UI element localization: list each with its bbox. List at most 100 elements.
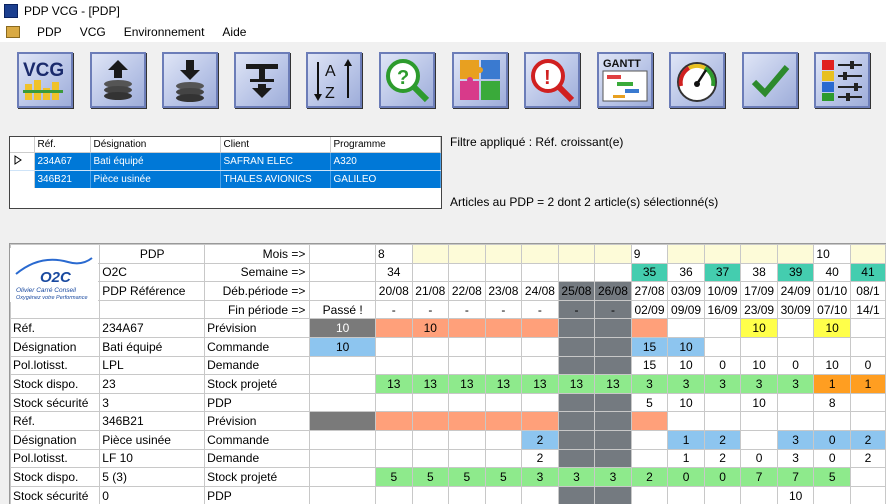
period-value[interactable]: 3 — [776, 374, 815, 394]
passe-value[interactable] — [309, 355, 377, 376]
period-value[interactable] — [594, 411, 632, 431]
period-cell[interactable]: 39 — [776, 262, 815, 283]
period-value[interactable]: 0 — [813, 429, 851, 450]
period-value[interactable] — [813, 485, 851, 504]
period-cell[interactable]: 14/1 — [849, 299, 886, 320]
passe-value[interactable]: 10 — [309, 318, 377, 338]
period-value[interactable]: 13 — [594, 374, 632, 394]
period-cell[interactable] — [484, 244, 523, 264]
period-value[interactable] — [375, 448, 413, 469]
row-label[interactable]: Stock projeté — [204, 467, 311, 487]
head-label[interactable]: PDP — [99, 244, 206, 264]
period-value[interactable]: 2 — [849, 429, 886, 450]
period-cell[interactable]: 24/09 — [776, 281, 815, 301]
row-key[interactable]: Stock dispo. — [10, 374, 101, 394]
period-value[interactable] — [521, 485, 559, 504]
row-value[interactable]: Bati équipé — [99, 336, 206, 357]
head-label[interactable]: O2C — [99, 262, 206, 283]
period-value[interactable]: 2 — [703, 448, 742, 469]
period-value[interactable] — [375, 411, 413, 431]
row-key[interactable]: Réf. — [10, 318, 101, 338]
passe-value[interactable] — [309, 374, 377, 394]
period-value[interactable]: 10 — [740, 318, 778, 338]
period-value[interactable] — [594, 448, 632, 469]
row-value[interactable]: LPL — [99, 355, 206, 376]
head-label[interactable] — [99, 299, 206, 320]
period-value[interactable] — [740, 411, 778, 431]
period-value[interactable] — [521, 392, 559, 413]
period-value[interactable]: 3 — [521, 467, 559, 487]
period-cell[interactable]: 9 — [630, 244, 669, 264]
period-cell[interactable] — [849, 244, 886, 264]
period-value[interactable]: 0 — [776, 355, 815, 376]
period-value[interactable]: 5 — [448, 467, 486, 487]
period-value[interactable]: 8 — [813, 392, 851, 413]
period-value[interactable] — [521, 355, 559, 376]
period-value[interactable] — [630, 411, 669, 431]
period-value[interactable] — [776, 336, 815, 357]
period-cell[interactable]: 10 — [813, 244, 851, 264]
period-cell[interactable]: 41 — [849, 262, 886, 283]
row-value[interactable]: 23 — [99, 374, 206, 394]
period-value[interactable] — [630, 485, 669, 504]
article-designation[interactable]: Pièce usinée — [90, 170, 221, 189]
period-value[interactable]: 0 — [667, 467, 705, 487]
period-value[interactable] — [411, 392, 450, 413]
period-value[interactable] — [448, 355, 486, 376]
menu-aide[interactable]: Aide — [213, 22, 255, 42]
period-cell[interactable]: - — [411, 299, 450, 320]
period-value[interactable]: 3 — [667, 374, 705, 394]
period-value[interactable] — [448, 448, 486, 469]
period-cell[interactable]: 22/08 — [448, 281, 486, 301]
period-value[interactable] — [703, 411, 742, 431]
row-label[interactable]: Stock projeté — [204, 374, 311, 394]
row-value[interactable]: 5 (3) — [99, 467, 206, 487]
period-value[interactable] — [484, 355, 523, 376]
alert-search-button[interactable]: ! — [524, 52, 580, 108]
period-value[interactable] — [594, 318, 632, 338]
period-cell[interactable] — [594, 244, 632, 264]
col-ref-header[interactable]: Réf. — [34, 137, 91, 153]
period-cell[interactable]: 21/08 — [411, 281, 450, 301]
period-value[interactable] — [375, 429, 413, 450]
gantt-button[interactable]: GANTT — [597, 52, 653, 108]
period-value[interactable] — [448, 336, 486, 357]
period-value[interactable]: 5 — [411, 467, 450, 487]
period-value[interactable]: 10 — [411, 318, 450, 338]
passe-cell[interactable] — [309, 244, 377, 264]
period-value[interactable] — [557, 411, 596, 431]
row-key[interactable]: Stock dispo. — [10, 467, 101, 487]
period-value[interactable]: 10 — [667, 392, 705, 413]
row-key[interactable]: Stock sécurité — [10, 485, 101, 504]
period-value[interactable] — [667, 485, 705, 504]
period-value[interactable]: 0 — [813, 448, 851, 469]
period-value[interactable] — [448, 429, 486, 450]
passe-value[interactable] — [309, 429, 377, 450]
passe-value[interactable] — [309, 411, 377, 431]
period-cell[interactable] — [411, 262, 450, 283]
period-value[interactable]: 2 — [521, 448, 559, 469]
period-cell[interactable]: 38 — [740, 262, 778, 283]
validate-button[interactable] — [742, 52, 798, 108]
help-search-button[interactable]: ? — [379, 52, 435, 108]
period-value[interactable] — [557, 336, 596, 357]
period-value[interactable] — [594, 485, 632, 504]
period-cell[interactable]: 25/08 — [557, 281, 596, 301]
row-label[interactable]: Demande — [204, 355, 311, 376]
row-value[interactable]: LF 10 — [99, 448, 206, 469]
period-value[interactable]: 5 — [630, 392, 669, 413]
passe-value[interactable]: 10 — [309, 336, 377, 357]
period-value[interactable] — [630, 429, 669, 450]
period-cell[interactable] — [740, 244, 778, 264]
row-label[interactable]: PDP — [204, 485, 311, 504]
period-value[interactable]: 15 — [630, 336, 669, 357]
period-value[interactable]: 7 — [740, 467, 778, 487]
period-value[interactable]: 3 — [776, 448, 815, 469]
period-cell[interactable] — [448, 244, 486, 264]
article-client[interactable]: SAFRAN ELEC — [220, 152, 331, 171]
period-value[interactable]: 3 — [594, 467, 632, 487]
row-key[interactable]: Stock sécurité — [10, 392, 101, 413]
period-value[interactable] — [411, 429, 450, 450]
period-value[interactable] — [557, 355, 596, 376]
period-value[interactable] — [375, 355, 413, 376]
